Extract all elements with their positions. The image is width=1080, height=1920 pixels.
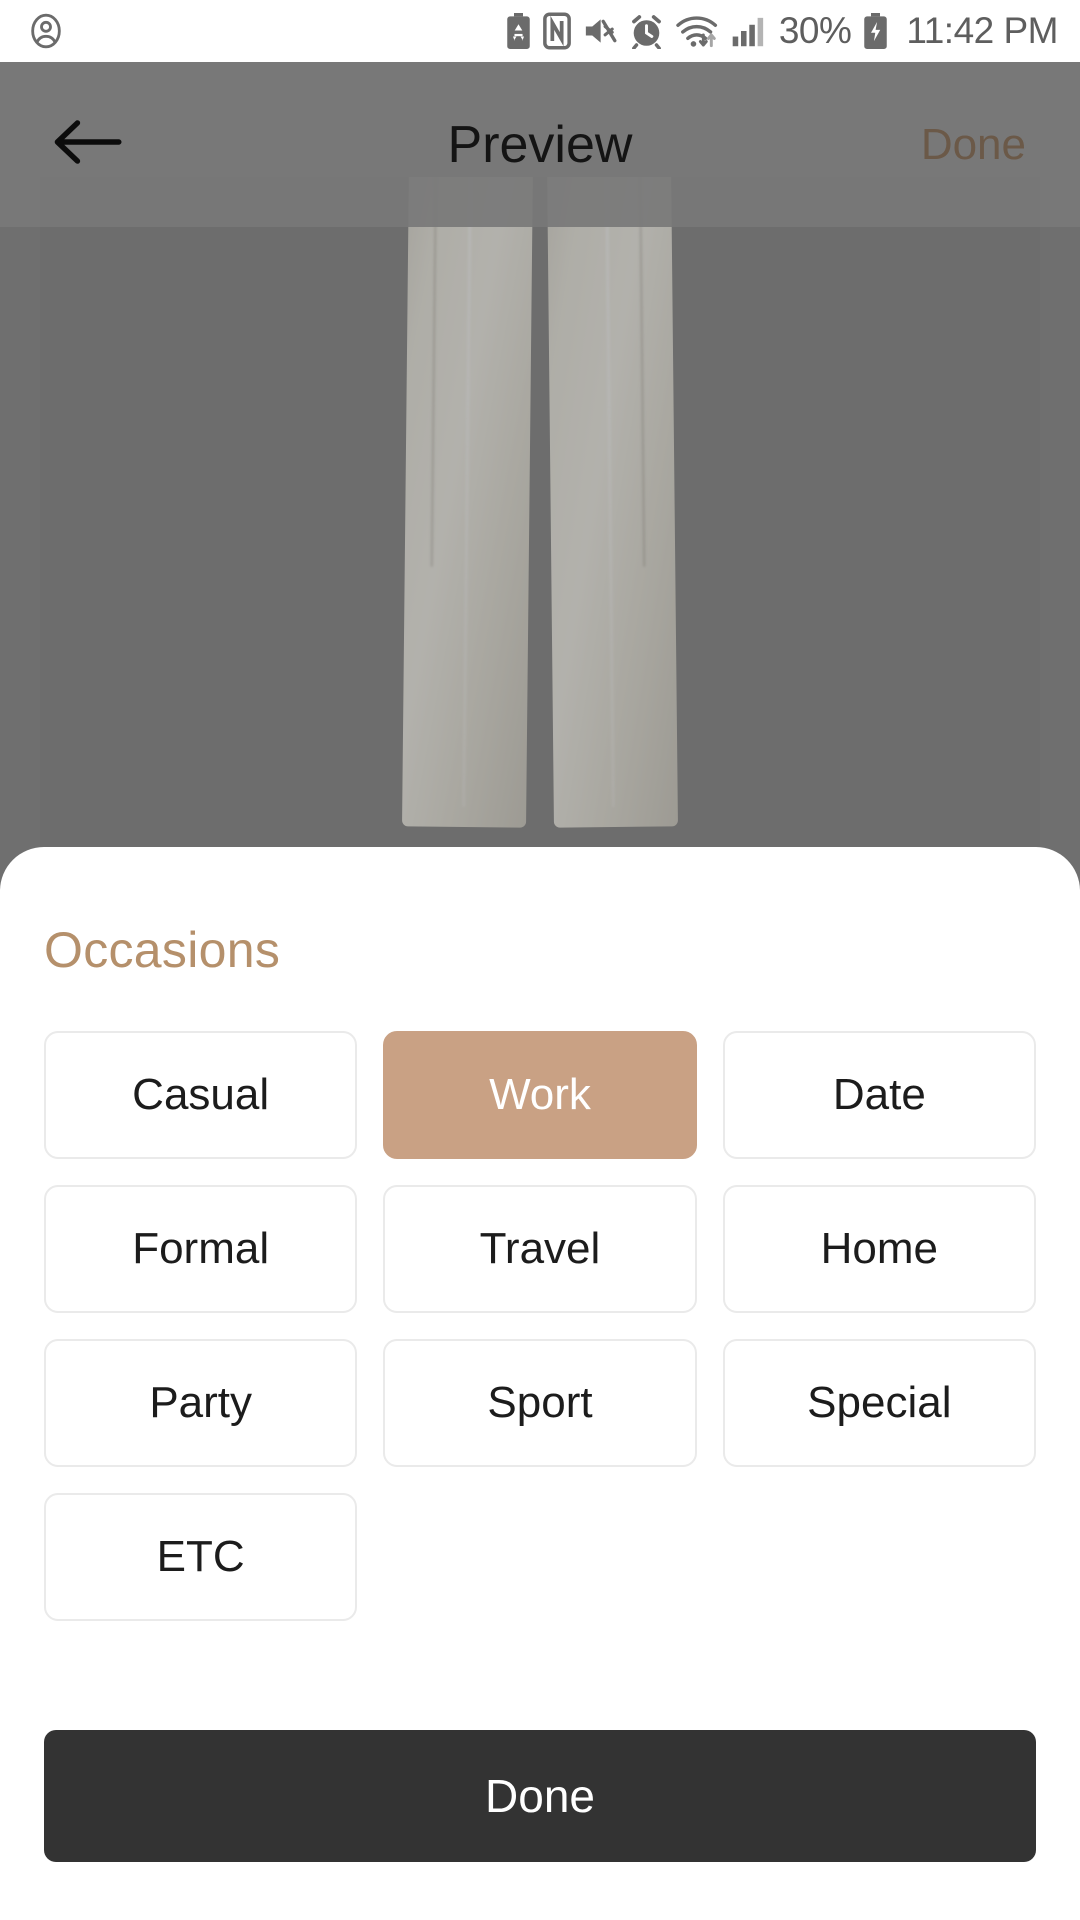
header-done-button[interactable]: Done [911,110,1036,180]
status-bar: 30% 11:42 PM [0,0,1080,62]
cellular-signal-icon [732,14,768,48]
account-circle-icon [26,11,66,51]
occasion-chip-party[interactable]: Party [44,1339,358,1467]
status-bar-right: 30% 11:42 PM [505,10,1058,52]
clock-time: 11:42 PM [906,10,1058,51]
occasion-chip-sport[interactable]: Sport [383,1339,697,1467]
wifi-data-icon [675,13,721,49]
back-button[interactable] [44,102,130,188]
occasion-chip-formal[interactable]: Formal [44,1185,358,1313]
alarm-icon [629,13,664,49]
occasion-chip-travel[interactable]: Travel [383,1185,697,1313]
occasion-chip-casual[interactable]: Casual [44,1031,358,1159]
battery-saver-icon [505,12,532,50]
section-title-occasions: Occasions [44,922,281,978]
occasion-chip-grid: Casual Work Date Formal Travel Home Party Sport… [44,1031,1036,1621]
done-button[interactable]: Done [44,1730,1036,1862]
occasion-chip-date[interactable]: Date [722,1031,1036,1159]
nfc-icon [542,12,571,50]
battery-percent-label: 30% [778,10,852,51]
battery-charging-icon [862,12,889,50]
mute-icon [582,14,618,48]
occasion-chip-etc[interactable]: ETC [44,1493,358,1621]
status-bar-left [26,11,66,51]
arrow-left-icon [52,117,122,172]
occasion-chip-special[interactable]: Special [722,1339,1036,1467]
occasion-chip-work[interactable]: Work [383,1031,697,1159]
app-screen: 30% 11:42 PM Preview Done Occasions Casu… [0,0,1080,1920]
occasions-bottom-sheet: Occasions Casual Work Date Formal Travel Home… [0,847,1080,1920]
occasion-chip-home[interactable]: Home [722,1185,1036,1313]
app-header: Preview Done [0,62,1080,227]
